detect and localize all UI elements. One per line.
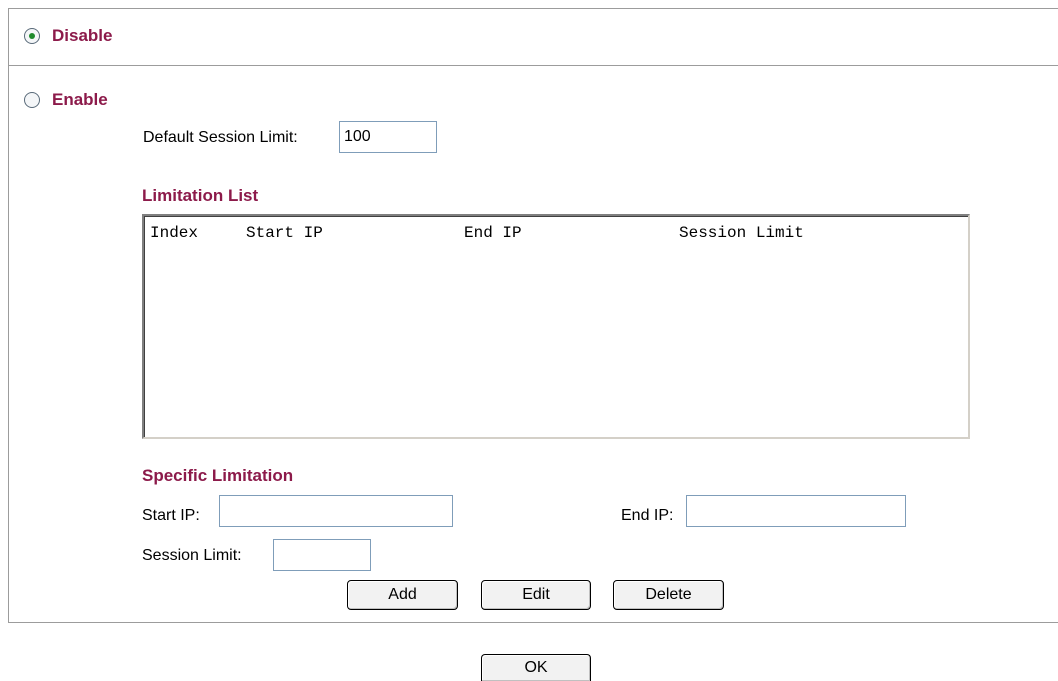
disable-label: Disable (52, 26, 113, 45)
column-end-ip: End IP (464, 224, 522, 242)
default-session-limit-label: Default Session Limit: (143, 129, 298, 146)
edit-button[interactable]: Edit (481, 580, 591, 610)
enable-label: Enable (52, 90, 108, 109)
disable-option[interactable]: Disable (24, 25, 112, 47)
start-ip-label: Start IP: (142, 507, 200, 524)
enable-radio[interactable] (24, 92, 40, 108)
disable-radio[interactable] (24, 28, 40, 44)
specific-limitation-title: Specific Limitation (142, 466, 294, 485)
add-button[interactable]: Add (347, 580, 458, 610)
delete-button[interactable]: Delete (613, 580, 724, 610)
column-session-limit: Session Limit (679, 224, 804, 242)
limitation-listbox[interactable]: Index Start IP End IP Session Limit (142, 214, 970, 439)
section-divider (8, 65, 1058, 66)
session-limit-label: Session Limit: (142, 547, 242, 564)
start-ip-input[interactable] (219, 495, 453, 527)
enable-option[interactable]: Enable (24, 89, 108, 111)
column-index: Index (150, 224, 199, 242)
default-session-limit-input[interactable] (339, 121, 437, 153)
limitation-list-title: Limitation List (142, 186, 259, 205)
ok-button[interactable]: OK (481, 654, 591, 681)
session-limit-input[interactable] (273, 539, 371, 571)
column-start-ip: Start IP (246, 224, 323, 242)
limitation-list-header: Index Start IP End IP Session Limit (144, 216, 968, 242)
end-ip-label: End IP: (621, 507, 674, 524)
end-ip-input[interactable] (686, 495, 906, 527)
